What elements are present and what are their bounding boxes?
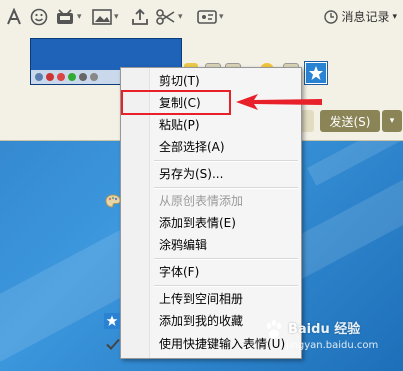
watermark-brand: Baidu 经验	[288, 322, 361, 337]
menu-item-paste[interactable]: 粘贴(P)	[129, 114, 299, 136]
menu-item-label: 添加到我的收藏	[159, 314, 244, 328]
chevron-down-icon[interactable]: ▾	[114, 12, 119, 22]
chevron-down-icon[interactable]: ▾	[219, 12, 224, 22]
red-arrow-annotation	[236, 94, 322, 110]
send-label: 发送(S)	[329, 114, 371, 129]
menu-item-cut[interactable]: 剪切(T)	[129, 70, 299, 92]
emoji-button[interactable]	[30, 6, 48, 28]
star-icon	[309, 66, 323, 80]
menu-separator	[154, 160, 298, 162]
menu-separator	[154, 187, 298, 189]
menu-item-save-as[interactable]: 另存为(S)...	[129, 163, 299, 185]
message-history-button[interactable]: 消息记录 ▾	[324, 8, 397, 25]
shake-icon	[57, 9, 73, 24]
menu-item-upload-to-album[interactable]: 上传到空间相册	[129, 288, 299, 310]
checkmark-icon	[106, 338, 120, 350]
menu-item-label: 剪切(T)	[159, 74, 200, 88]
input-toolbar: ▾ ▾ ▾ ▾ 消息记录 ▾	[0, 0, 403, 34]
upload-icon	[132, 8, 148, 25]
image-icon	[92, 9, 112, 25]
palette-icon	[105, 194, 121, 208]
send-button[interactable]: 发送(S)	[320, 110, 380, 132]
clock-icon	[324, 9, 339, 24]
menu-item-doodle-edit[interactable]: 涂鸦编辑	[129, 234, 299, 256]
watermark-url: jingyan.baidu.com	[286, 340, 379, 351]
menu-item-label: 全部选择(A)	[159, 140, 225, 154]
font-button[interactable]	[6, 6, 22, 28]
menu-item-label: 字体(F)	[159, 265, 200, 279]
menu-item-label: 另存为(S)...	[159, 167, 224, 181]
star-icon	[104, 313, 120, 329]
menu-item-label: 从原创表情添加	[159, 194, 244, 208]
menu-item-font[interactable]: 字体(F)	[129, 261, 299, 283]
menu-item-add-from-original-emoji[interactable]: 从原创表情添加	[105, 190, 299, 212]
baidu-paw-icon	[266, 320, 282, 339]
menu-item-label: 涂鸦编辑	[159, 238, 208, 252]
highlight-box	[121, 90, 231, 115]
menu-item-label: 上传到空间相册	[159, 292, 244, 306]
message-history-label: 消息记录	[341, 10, 390, 24]
menu-item-select-all[interactable]: 全部选择(A)	[129, 136, 299, 158]
chevron-down-icon[interactable]: ▾	[392, 12, 397, 22]
menu-separator	[154, 258, 298, 260]
menu-separator	[154, 285, 298, 287]
screenshot-button[interactable]: ▾	[156, 6, 183, 28]
screenshot-scissors-icon	[156, 9, 175, 25]
upload-button[interactable]	[131, 6, 149, 28]
font-icon	[7, 8, 21, 25]
emoji-icon	[30, 8, 48, 26]
send-options-button[interactable]: ▾	[382, 110, 402, 132]
chevron-down-icon: ▾	[389, 116, 395, 126]
chevron-down-icon[interactable]: ▾	[77, 12, 82, 22]
menu-item-label: 添加到表情(E)	[159, 216, 236, 230]
image-button[interactable]: ▾	[92, 6, 119, 28]
menu-item-add-to-emoji[interactable]: 添加到表情(E)	[129, 212, 299, 234]
more-icon	[197, 10, 217, 24]
chevron-down-icon[interactable]: ▾	[178, 12, 183, 22]
shake-button[interactable]: ▾	[55, 6, 82, 28]
menu-item-label: 粘贴(P)	[159, 118, 200, 132]
favorite-star-button[interactable]	[305, 62, 327, 84]
more-button[interactable]: ▾	[197, 6, 224, 28]
